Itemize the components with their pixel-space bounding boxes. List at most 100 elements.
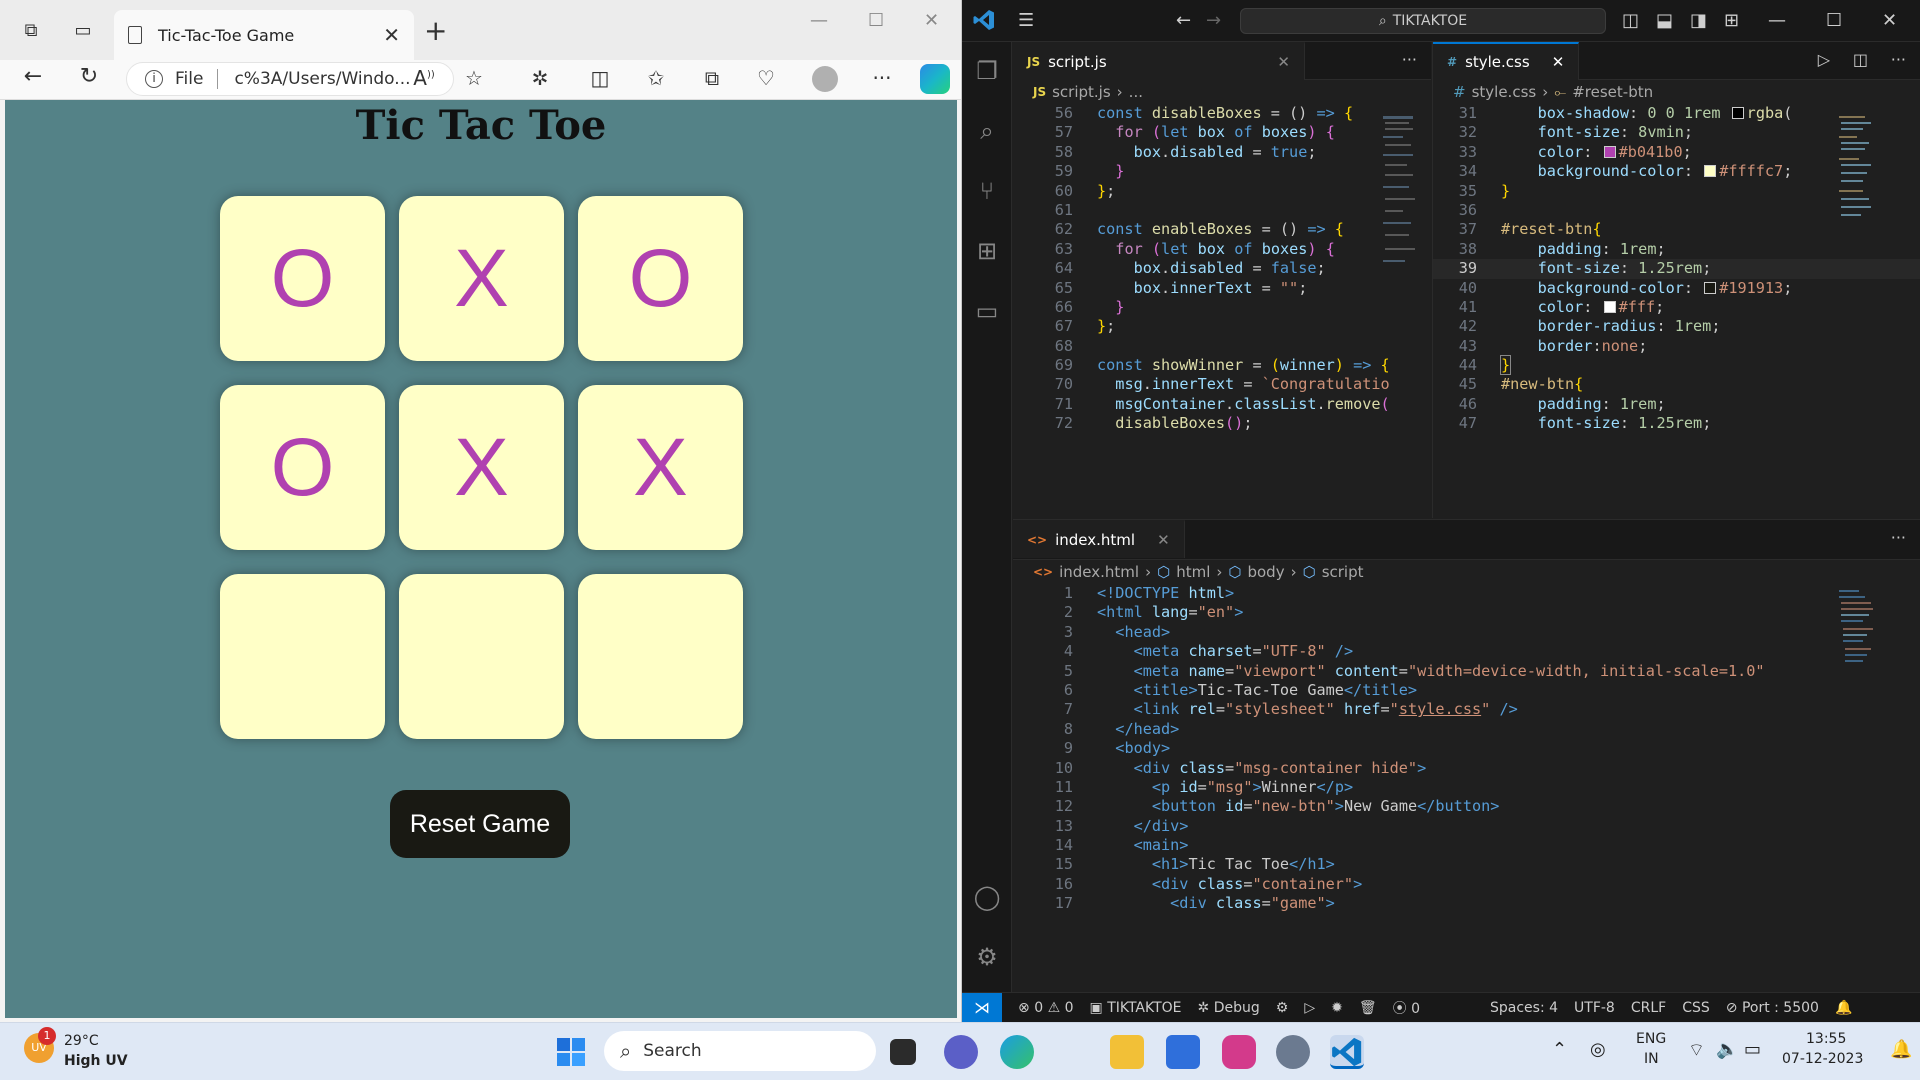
volume-icon[interactable]: 🔈 — [1716, 1039, 1738, 1060]
accounts-icon[interactable]: ◯ — [972, 882, 1002, 912]
breadcrumb-file[interactable]: style.css — [1472, 83, 1537, 101]
workspaces-icon[interactable]: ⧉ — [18, 18, 44, 44]
teams-icon[interactable] — [944, 1035, 978, 1069]
split-screen-icon[interactable]: ◫ — [586, 66, 614, 90]
split-editor-icon[interactable]: ◫ — [1853, 50, 1868, 69]
refresh-icon[interactable]: ↻ — [74, 64, 104, 89]
minimize-icon[interactable]: — — [1768, 10, 1786, 31]
game-cell-1[interactable]: O — [220, 196, 385, 361]
language-indicator[interactable]: CSS — [1682, 1000, 1710, 1016]
settings-gear-icon[interactable]: ⚙ — [972, 942, 1002, 972]
breadcrumb-item[interactable]: html — [1176, 563, 1210, 581]
favorites-icon[interactable]: ✩ — [642, 66, 670, 90]
copilot-icon[interactable] — [920, 64, 950, 94]
reset-game-button[interactable]: Reset Game — [390, 790, 570, 858]
info-icon[interactable]: i — [145, 70, 163, 88]
code-editor-script[interactable]: 56 const disableBoxes = () => { 57 for (l… — [1013, 104, 1431, 434]
breadcrumb-file[interactable]: index.html — [1059, 563, 1139, 581]
taskbar-search[interactable]: ⌕ Search — [604, 1031, 876, 1071]
run-icon[interactable]: ▷ — [1304, 1000, 1315, 1016]
minimap[interactable] — [1837, 588, 1873, 788]
battery-icon[interactable]: ▭ — [1744, 1039, 1761, 1060]
close-tab-icon[interactable]: ✕ — [1157, 531, 1170, 549]
more-actions-icon[interactable]: ··· — [1402, 50, 1417, 69]
nav-back-icon[interactable]: ← — [1176, 10, 1191, 31]
clock-date[interactable]: 07-12-2023 — [1782, 1051, 1863, 1067]
indentation-indicator[interactable]: Spaces: 4 — [1490, 1000, 1558, 1016]
remote-indicator-icon[interactable]: ⋊ — [962, 992, 1002, 1023]
bug-icon[interactable]: ✹ — [1331, 1000, 1343, 1016]
vertical-tabs-icon[interactable]: ▭ — [70, 18, 96, 44]
vscode-taskbar-icon[interactable] — [1330, 1035, 1364, 1069]
game-cell-3[interactable]: O — [578, 196, 743, 361]
language-code[interactable]: ENG — [1636, 1031, 1666, 1047]
address-bar[interactable]: i File c%3A/Users/Windo... — [126, 62, 454, 96]
favorite-star-icon[interactable]: ☆ — [460, 66, 488, 90]
minimap[interactable] — [1381, 114, 1417, 314]
back-icon[interactable]: ← — [18, 64, 48, 89]
more-actions-icon[interactable]: ··· — [1891, 528, 1906, 547]
game-cell-4[interactable]: O — [220, 385, 385, 550]
eol-indicator[interactable]: CRLF — [1631, 1000, 1666, 1016]
toggle-secondary-sidebar-icon[interactable]: ◨ — [1690, 10, 1707, 31]
tray-chevron-up-icon[interactable]: ⌃ — [1552, 1039, 1567, 1060]
breadcrumb-tail[interactable]: #reset-btn — [1572, 83, 1653, 101]
menu-icon[interactable]: ☰ — [1018, 10, 1034, 31]
breadcrumb-item[interactable]: body — [1247, 563, 1284, 581]
network-globe-icon[interactable]: ◎ — [1590, 1039, 1606, 1060]
file-explorer-icon[interactable] — [1110, 1035, 1144, 1069]
extensions-icon[interactable]: ✲ — [526, 66, 554, 90]
wps-office-icon[interactable] — [1222, 1035, 1256, 1069]
start-windows-icon[interactable] — [556, 1037, 586, 1067]
settings-gear-icon[interactable] — [1276, 1035, 1310, 1069]
tab-style-css[interactable]: # style.css ✕ — [1433, 42, 1580, 80]
store-icon[interactable] — [1166, 1035, 1200, 1069]
read-aloud-icon[interactable]: A)) — [410, 66, 438, 90]
game-cell-6[interactable]: X — [578, 385, 743, 550]
breadcrumb-item[interactable]: script — [1322, 563, 1364, 581]
minimap[interactable] — [1837, 114, 1873, 314]
close-window-icon[interactable]: ✕ — [924, 10, 939, 31]
game-cell-2[interactable]: X — [399, 196, 564, 361]
search-icon[interactable]: ⌕ — [972, 116, 1002, 146]
command-center[interactable]: ⌕ TIKTAKTOE — [1240, 8, 1606, 34]
breadcrumb-file[interactable]: script.js — [1052, 83, 1111, 101]
tab-script-js[interactable]: JS script.js ✕ — [1013, 42, 1305, 80]
customize-layout-icon[interactable]: ⊞ — [1724, 10, 1739, 31]
nav-forward-icon[interactable]: → — [1206, 10, 1221, 31]
more-menu-icon[interactable]: ··· — [868, 66, 896, 90]
browser-tab[interactable]: Tic-Tac-Toe Game ✕ — [114, 10, 414, 60]
clock-time[interactable]: 13:55 — [1806, 1031, 1846, 1047]
weather-icon[interactable]: UV 1 — [24, 1027, 56, 1063]
minimize-icon[interactable]: — — [810, 10, 828, 31]
folder-indicator[interactable]: ▣ TIKTAKTOE — [1090, 1000, 1182, 1016]
remote-explorer-icon[interactable]: ▭ — [972, 296, 1002, 326]
game-cell-8[interactable] — [399, 574, 564, 739]
game-cell-9[interactable] — [578, 574, 743, 739]
profile-avatar[interactable] — [812, 66, 838, 92]
close-tab-icon[interactable]: ✕ — [383, 23, 400, 47]
wifi-icon[interactable]: ⌔ — [1688, 1039, 1705, 1062]
edge-icon[interactable] — [1000, 1035, 1034, 1069]
game-cell-5[interactable]: X — [399, 385, 564, 550]
code-editor-html[interactable]: 1 <!DOCTYPE html> 2 <html lang="en"> 3 <he… — [1013, 584, 1920, 914]
browser-essentials-icon[interactable]: ♡ — [752, 66, 780, 90]
ports-indicator[interactable]: ⦿ 0 — [1393, 998, 1420, 1018]
language-region[interactable]: IN — [1644, 1051, 1659, 1067]
close-tab-icon[interactable]: ✕ — [1277, 53, 1290, 71]
debug-indicator[interactable]: ✲ Debug — [1198, 1000, 1260, 1016]
run-icon[interactable]: ▷ — [1818, 50, 1830, 69]
breadcrumb-tail[interactable]: ... — [1129, 83, 1143, 101]
trash-icon[interactable]: 🗑 — [1359, 1000, 1377, 1016]
notification-bell-icon[interactable]: 🔔 — [1890, 1039, 1912, 1060]
close-tab-icon[interactable]: ✕ — [1552, 53, 1565, 71]
maximize-icon[interactable]: ☐ — [1826, 10, 1842, 31]
notifications-bell-icon[interactable]: 🔔 — [1835, 1000, 1852, 1016]
task-view-icon[interactable] — [890, 1039, 916, 1065]
extensions-icon[interactable]: ⊞ — [972, 236, 1002, 266]
maximize-icon[interactable]: ☐ — [868, 10, 884, 31]
more-actions-icon[interactable]: ··· — [1891, 50, 1906, 69]
problems-indicator[interactable]: ⊗ 0 ⚠ 0 — [1018, 1000, 1074, 1016]
settings-sync-icon[interactable]: ⚙ — [1276, 1000, 1289, 1016]
game-cell-7[interactable] — [220, 574, 385, 739]
